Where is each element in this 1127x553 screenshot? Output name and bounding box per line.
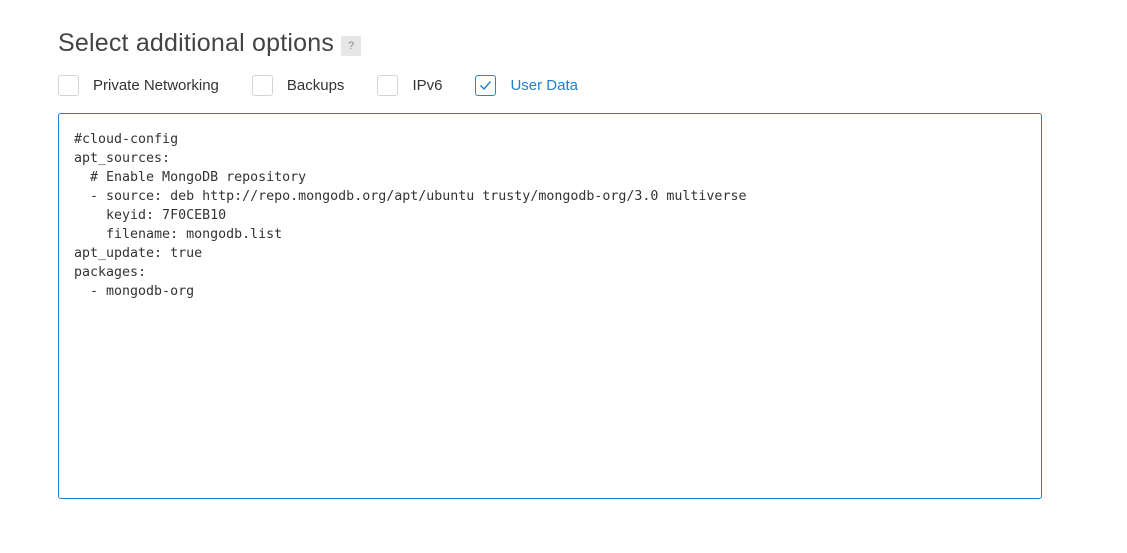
option-private-networking[interactable]: Private Networking <box>58 74 219 96</box>
private-networking-checkbox[interactable] <box>58 74 79 96</box>
option-ipv6[interactable]: IPv6 <box>377 74 443 96</box>
ipv6-label: IPv6 <box>412 76 443 94</box>
additional-options: Private Networking Backups IPv6 User Dat… <box>58 74 578 96</box>
private-networking-label: Private Networking <box>93 76 219 94</box>
user-data-textarea[interactable]: #cloud-config apt_sources: # Enable Mong… <box>58 113 1042 499</box>
section-title: Select additional options <box>58 29 335 57</box>
ipv6-checkbox[interactable] <box>377 74 399 96</box>
checkmark-icon <box>480 80 492 90</box>
backups-label: Backups <box>286 76 345 94</box>
user-data-label: User Data <box>510 76 578 94</box>
option-backups[interactable]: Backups <box>251 74 345 96</box>
section-header: Select additional options ? <box>58 29 362 58</box>
user-data-checkbox[interactable] <box>475 74 497 96</box>
help-icon[interactable]: ? <box>341 35 362 56</box>
option-user-data[interactable]: User Data <box>475 74 578 96</box>
backups-checkbox[interactable] <box>251 74 273 96</box>
